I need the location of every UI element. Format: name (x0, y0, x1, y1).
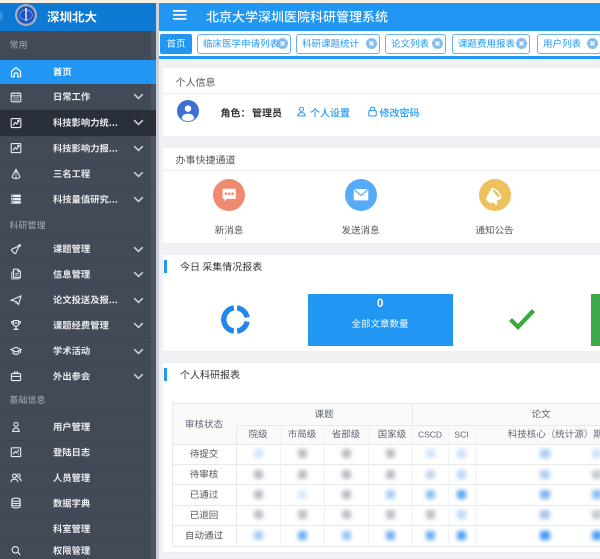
svg-text:CSCD: CSCD (418, 429, 442, 439)
svg-text:SCI: SCI (454, 429, 468, 439)
